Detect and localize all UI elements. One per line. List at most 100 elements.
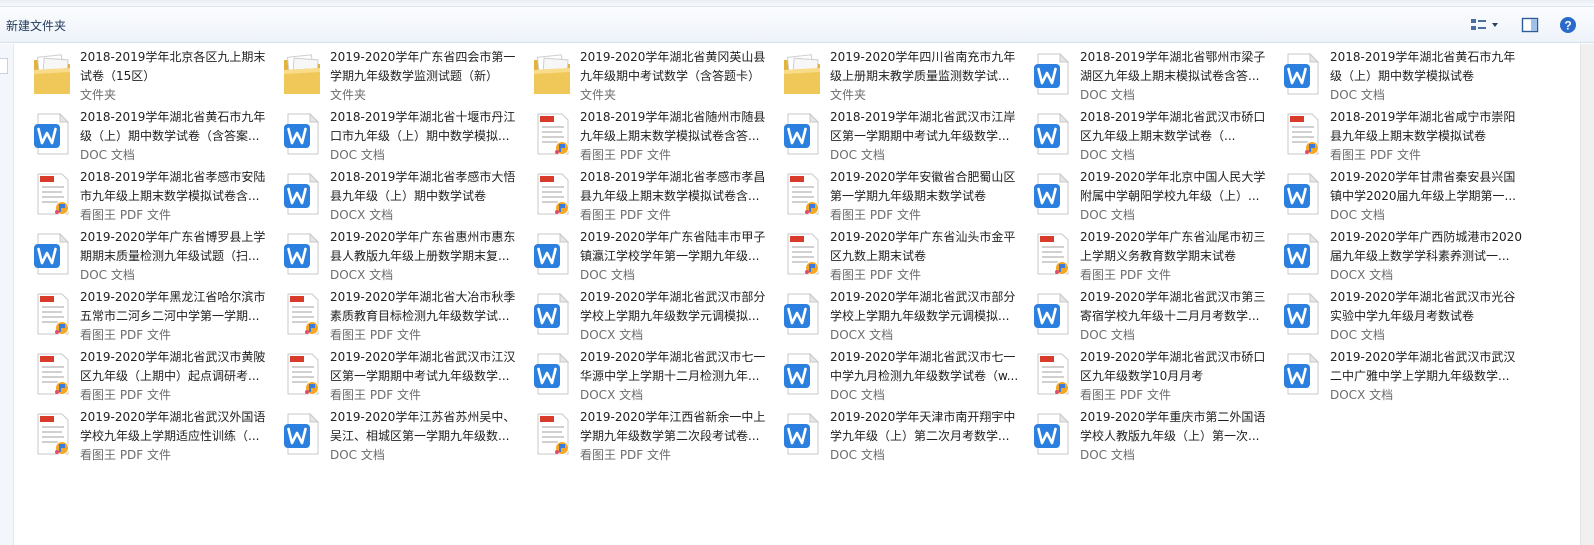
file-item[interactable]: 2019-2020学年广东省汕尾市初三上学期义务教育数学期末试卷 看图王 PDF … <box>1028 226 1276 282</box>
file-type: DOCX 文档 <box>1330 388 1394 402</box>
wps-document-icon <box>1030 410 1074 458</box>
pdf-file-icon <box>530 170 574 218</box>
help-button[interactable]: ? <box>1556 15 1580 35</box>
file-type: DOC 文档 <box>1330 208 1385 222</box>
file-item[interactable]: 2019-2020学年江苏省苏州吴中、吴江、相城区第一学期九年级数... DOC … <box>278 406 526 462</box>
file-name: 2019-2020学年广西防城港市2020届九年级上数学学科素养测试一... <box>1330 230 1522 263</box>
file-item[interactable]: 2019-2020学年黑龙江省哈尔滨市五常市二河乡二河中学第一学期... 看图王 … <box>28 286 276 342</box>
pdf-file-icon <box>30 290 74 338</box>
navigation-pane-edge[interactable] <box>0 44 14 545</box>
file-item[interactable]: 2019-2020学年湖北省武汉市光谷实验中学九年级月考数试卷 DOC 文档 <box>1278 286 1526 342</box>
file-info: 2018-2019学年湖北省十堰市丹江口市九年级（上）期中数学模拟... DOC … <box>330 108 522 164</box>
file-item[interactable]: 2019-2020学年安徽省合肥蜀山区第一学期九年级期末数学试卷 看图王 PDF … <box>778 166 1026 222</box>
pdf-file-icon <box>280 290 324 338</box>
file-item[interactable]: 2019-2020学年湖北省武汉市江汉区第一学期期中考试九年级数学... 看图王 … <box>278 346 526 402</box>
wps-document-icon <box>530 350 574 398</box>
file-item[interactable]: 2019-2020学年湖北省武汉市第三寄宿学校九年级十二月月考数学... DOC … <box>1028 286 1276 342</box>
file-info: 2018-2019学年湖北省武汉市硚口区九年级上期末数学试卷（... DOC 文档 <box>1080 108 1272 164</box>
file-type: DOCX 文档 <box>580 388 644 402</box>
file-item[interactable]: 2019-2020学年广东省汕头市金平区九数上期末试卷 看图王 PDF 文件 <box>778 226 1026 282</box>
file-info: 2018-2019学年湖北省黄石市九年级（上）期中数学试卷（含答案... DOC … <box>80 108 272 164</box>
file-item[interactable]: 2019-2020学年湖北省武汉市硚口区九年级数学10月月考 看图王 PDF 文件 <box>1028 346 1276 402</box>
file-type: 看图王 PDF 文件 <box>80 328 172 342</box>
folder-icon <box>280 50 324 98</box>
file-type: 看图王 PDF 文件 <box>80 448 172 462</box>
file-type: DOC 文档 <box>1080 148 1135 162</box>
wps-document-icon <box>1280 350 1324 398</box>
file-item[interactable]: 2018-2019学年湖北省武汉市硚口区九年级上期末数学试卷（... DOC 文档 <box>1028 106 1276 162</box>
file-item[interactable]: 2018-2019学年湖北省十堰市丹江口市九年级（上）期中数学模拟... DOC … <box>278 106 526 162</box>
file-type: 看图王 PDF 文件 <box>580 148 672 162</box>
file-type: DOC 文档 <box>1080 88 1135 102</box>
file-type: DOC 文档 <box>830 388 885 402</box>
file-item[interactable]: 2018-2019学年湖北省咸宁市崇阳县九年级上期末数学模拟试卷 看图王 PDF … <box>1278 106 1526 162</box>
file-type: 文件夹 <box>830 88 867 102</box>
new-folder-button[interactable]: 新建文件夹 <box>6 17 66 34</box>
file-name: 2019-2020学年黑龙江省哈尔滨市五常市二河乡二河中学第一学期... <box>80 290 266 323</box>
file-item[interactable]: 2019-2020学年广东省惠州市惠东县人教版九年级上册数学期末复... DOCX… <box>278 226 526 282</box>
file-name: 2019-2020学年湖北省武汉市江汉区第一学期期中考试九年级数学... <box>330 350 516 383</box>
file-item[interactable]: 2019-2020学年湖北省武汉市七一中学九月检测九年级数学试卷（w... DOC… <box>778 346 1026 402</box>
file-item[interactable]: 2018-2019学年湖北省鄂州市梁子湖区九年级上期末模拟试卷含答... DOC … <box>1028 46 1276 102</box>
file-item[interactable]: 2019-2020学年广西防城港市2020届九年级上数学学科素养测试一... DO… <box>1278 226 1526 282</box>
file-info: 2019-2020学年重庆市第二外国语学校人教版九年级（上）第一次... DOC … <box>1080 408 1272 464</box>
file-item[interactable]: 2019-2020学年重庆市第二外国语学校人教版九年级（上）第一次... DOC … <box>1028 406 1276 462</box>
pdf-file-icon <box>780 230 824 278</box>
file-type: 文件夹 <box>580 88 617 102</box>
file-type: 看图王 PDF 文件 <box>80 388 172 402</box>
wps-document-icon <box>530 230 574 278</box>
file-item[interactable]: 2019-2020学年北京中国人民大学附属中学朝阳学校九年级（上）... DOC … <box>1028 166 1276 222</box>
file-type: 看图王 PDF 文件 <box>1080 388 1172 402</box>
wps-document-icon <box>280 410 324 458</box>
file-type: DOCX 文档 <box>330 208 394 222</box>
file-item[interactable]: 2019-2020学年湖北省武汉外国语学校九年级上学期适应性训练（... 看图王 … <box>28 406 276 462</box>
file-item[interactable]: 2019-2020学年湖北省黄冈英山县九年级期中考试数学（含答题卡） 文件夹 <box>528 46 776 102</box>
file-item[interactable]: 2019-2020学年天津市南开翔宇中学九年级（上）第二次月考数学... DOC … <box>778 406 1026 462</box>
file-type: 看图王 PDF 文件 <box>330 328 422 342</box>
wps-document-icon <box>280 110 324 158</box>
file-item[interactable]: 2019-2020学年湖北省武汉市武汉二中广雅中学上学期九年级数学... DOCX… <box>1278 346 1526 402</box>
file-item[interactable]: 2019-2020学年湖北省武汉市黄陂区九年级（上期中）起点调研考... 看图王 … <box>28 346 276 402</box>
window-top-edge <box>0 0 1594 7</box>
file-item[interactable]: 2019-2020学年广东省四会市第一学期九年级数学监测试题（新） 文件夹 <box>278 46 526 102</box>
file-item[interactable]: 2019-2020学年广东省博罗县上学期期末质量检测九年级试题（扫... DOC … <box>28 226 276 282</box>
file-item[interactable]: 2018-2019学年湖北省孝感市安陆市九年级上期末数学模拟试卷含... 看图王 … <box>28 166 276 222</box>
file-item[interactable]: 2018-2019学年湖北省孝感市孝昌县九年级上期末数学模拟试卷含... 看图王 … <box>528 166 776 222</box>
wps-document-icon <box>30 230 74 278</box>
file-item[interactable]: 2019-2020学年湖北省武汉市七一华源中学上学期十二月检测九年... DOCX… <box>528 346 776 402</box>
wps-document-icon <box>780 290 824 338</box>
file-item[interactable]: 2018-2019学年北京各区九上期末试卷（15区） 文件夹 <box>28 46 276 102</box>
file-name: 2019-2020学年广东省汕尾市初三上学期义务教育数学期末试卷 <box>1080 230 1266 263</box>
wps-document-icon <box>1280 230 1324 278</box>
file-info: 2018-2019学年湖北省武汉市江岸区第一学期期中考试九年级数学... DOC … <box>830 108 1022 164</box>
file-info: 2019-2020学年北京中国人民大学附属中学朝阳学校九年级（上）... DOC … <box>1080 168 1272 224</box>
file-info: 2019-2020学年江苏省苏州吴中、吴江、相城区第一学期九年级数... DOC … <box>330 408 522 464</box>
file-item[interactable]: 2019-2020学年广东省陆丰市甲子镇瀛江学校学年第一学期九年级... DOC … <box>528 226 776 282</box>
file-item[interactable]: 2018-2019学年湖北省随州市随县九年级上期末数学模拟试卷含答... 看图王 … <box>528 106 776 162</box>
vertical-scrollbar[interactable] <box>1580 44 1594 545</box>
file-info: 2019-2020学年安徽省合肥蜀山区第一学期九年级期末数学试卷 看图王 PDF … <box>830 168 1022 224</box>
file-item[interactable]: 2019-2020学年四川省南充市九年级上册期末教学质量监测数学试... 文件夹 <box>778 46 1026 102</box>
file-info: 2018-2019学年湖北省咸宁市崇阳县九年级上期末数学模拟试卷 看图王 PDF … <box>1330 108 1522 164</box>
file-name: 2019-2020学年湖北省大冶市秋季素质教育目标检测九年级数学试... <box>330 290 516 323</box>
file-item[interactable]: 2019-2020学年江西省新余一中上学期九年级数学第二次段考试卷... 看图王 … <box>528 406 776 462</box>
wps-document-icon <box>780 410 824 458</box>
navigation-pane-handle[interactable] <box>0 58 8 74</box>
file-item[interactable]: 2019-2020学年甘肃省秦安县兴国镇中学2020届九年级上学期第一... DO… <box>1278 166 1526 222</box>
file-item[interactable]: 2019-2020学年湖北省大冶市秋季素质教育目标检测九年级数学试... 看图王 … <box>278 286 526 342</box>
view-options-button[interactable] <box>1466 15 1504 35</box>
file-item[interactable]: 2018-2019学年湖北省孝感市大悟县九年级（上）期中数学试卷 DOCX 文档 <box>278 166 526 222</box>
pdf-file-icon <box>280 350 324 398</box>
file-item[interactable]: 2018-2019学年湖北省黄石市九年级（上）期中数学试卷（含答案... DOC … <box>28 106 276 162</box>
file-item[interactable]: 2019-2020学年湖北省武汉市部分学校上学期九年级数学元调模拟... DOCX… <box>528 286 776 342</box>
file-name: 2019-2020学年湖北省武汉市武汉二中广雅中学上学期九年级数学... <box>1330 350 1516 383</box>
file-type: DOC 文档 <box>330 148 385 162</box>
file-info: 2018-2019学年湖北省鄂州市梁子湖区九年级上期末模拟试卷含答... DOC … <box>1080 48 1272 104</box>
file-type: DOC 文档 <box>830 148 885 162</box>
file-item[interactable]: 2018-2019学年湖北省武汉市江岸区第一学期期中考试九年级数学... DOC … <box>778 106 1026 162</box>
file-item[interactable]: 2018-2019学年湖北省黄石市九年级（上）期中数学模拟试卷 DOC 文档 <box>1278 46 1526 102</box>
preview-pane-button[interactable] <box>1518 15 1542 35</box>
wps-document-icon <box>1030 290 1074 338</box>
file-item[interactable]: 2019-2020学年湖北省武汉市部分学校上学期九年级数学元调模拟... DOCX… <box>778 286 1026 342</box>
file-info: 2018-2019学年北京各区九上期末试卷（15区） 文件夹 <box>80 48 272 104</box>
